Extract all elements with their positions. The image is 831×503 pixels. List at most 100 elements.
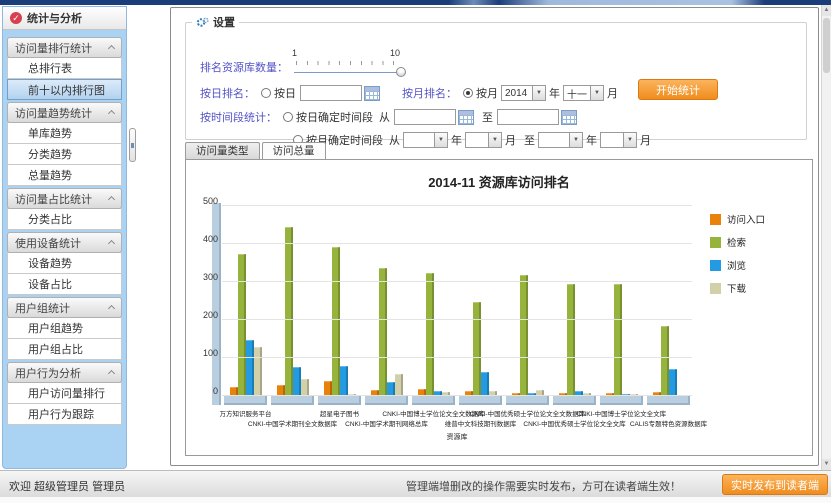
bar-group <box>363 206 410 396</box>
bar <box>238 254 246 396</box>
bar-group <box>410 206 457 396</box>
legend-item: 下载 <box>710 281 765 295</box>
monthly-radio-label: 按月 <box>476 85 498 101</box>
main-panel: 设置 排名资源库数量： 1 10 按日排名： 按日 按月排名： 按月 201 <box>170 7 819 466</box>
bar <box>520 275 528 396</box>
calendar-icon[interactable] <box>458 110 474 125</box>
scroll-down-icon[interactable]: ▼ <box>822 459 831 470</box>
settings-legend: 设置 <box>192 14 239 30</box>
publish-notice-text: 管理端增删改的操作需要实时发布，方可在读者端生效！ <box>406 478 681 494</box>
daily-rank-radio[interactable] <box>261 88 271 98</box>
sidebar-item[interactable]: 用户行为跟踪 <box>7 404 122 425</box>
start-statistics-button[interactable]: 开始统计 <box>638 79 718 100</box>
bar-group <box>457 206 504 396</box>
chevron-down-icon: ▼ <box>434 133 447 147</box>
slider-handle[interactable] <box>396 67 406 77</box>
bar <box>395 374 403 396</box>
daily-date-input[interactable] <box>300 85 362 101</box>
calendar-icon[interactable] <box>364 86 380 101</box>
sidebar-item[interactable]: 用户组趋势 <box>7 318 122 339</box>
period-to-input[interactable] <box>497 109 559 125</box>
publish-button[interactable]: 实时发布到读者端 <box>722 474 828 495</box>
period-label: 按时间段统计： <box>200 109 277 125</box>
tab-inactive[interactable]: 访问总量 <box>262 142 326 160</box>
sidebar-section-label: 访问量占比统计 <box>15 191 92 207</box>
sidebar-item[interactable]: 前十以内排行图 <box>7 79 122 100</box>
y-tick-label: 0 <box>192 386 218 396</box>
sidebar-item-label: 用户访问量排行 <box>28 385 105 401</box>
sidebar-item[interactable]: 单库趋势 <box>7 123 122 144</box>
legend-item: 检索 <box>710 235 765 249</box>
bar-group <box>598 206 645 396</box>
month-suffix: 月 <box>640 132 651 148</box>
rank-count-slider[interactable]: 1 10 <box>294 52 402 82</box>
sidebar-section-header[interactable]: 用户行为分析 <box>7 362 122 383</box>
bar-group <box>551 206 598 396</box>
sidebar-item[interactable]: 用户组占比 <box>7 339 122 360</box>
slider-track[interactable] <box>294 72 402 73</box>
year-select[interactable]: 2014 ▼ <box>501 85 546 101</box>
from-year-select[interactable]: ▼ <box>403 132 448 148</box>
axis-platform <box>271 396 314 405</box>
sidebar-collapse-handle[interactable] <box>129 128 136 162</box>
sidebar-section-header[interactable]: 访问量趋势统计 <box>7 102 122 123</box>
sidebar-item[interactable]: 用户访问量排行 <box>7 383 122 404</box>
window-top-strip <box>0 0 831 5</box>
vertical-scrollbar[interactable]: ▲ ▼ <box>821 5 831 470</box>
to-month-select[interactable]: ▼ <box>600 132 637 148</box>
bar-group <box>316 206 363 396</box>
scroll-up-icon[interactable]: ▲ <box>822 5 831 16</box>
period-from-input[interactable] <box>394 109 456 125</box>
sidebar-item[interactable]: 分类占比 <box>7 209 122 230</box>
month-select[interactable]: 十一 ▼ <box>563 85 604 101</box>
bar <box>669 369 677 396</box>
daily-radio-label: 按日 <box>274 85 296 101</box>
from-month-select[interactable]: ▼ <box>465 132 502 148</box>
from-label: 从 <box>389 132 400 148</box>
x-axis-labels: 万方知识服务平台CNKI-中国学术期刊全文数据库超星电子图书CNKI-中国学术期… <box>222 408 692 434</box>
legend-swatch <box>710 283 721 294</box>
sidebar-item[interactable]: 分类趋势 <box>7 144 122 165</box>
daily-period-radio[interactable] <box>283 112 293 122</box>
slider-min-label: 1 <box>292 48 297 58</box>
chevron-up-icon <box>108 196 115 203</box>
sidebar-section-label: 用户行为分析 <box>15 365 81 381</box>
axis-platform <box>224 396 267 405</box>
chart-tabs: 访问量类型访问总量 <box>185 142 326 160</box>
sidebar-item[interactable]: 设备占比 <box>7 274 122 295</box>
chart-plot: 0100200300400500 <box>222 206 692 396</box>
to-year-select[interactable]: ▼ <box>538 132 583 148</box>
sidebar-section-header[interactable]: 用户组统计 <box>7 297 122 318</box>
legend-item: 浏览 <box>710 258 765 272</box>
bar <box>473 302 481 396</box>
bar-group <box>269 206 316 396</box>
bottom-strip <box>0 497 831 503</box>
sidebar-item[interactable]: 设备趋势 <box>7 253 122 274</box>
sidebar-item[interactable]: 总排行表 <box>7 58 122 79</box>
legend-label: 访问入口 <box>727 212 765 226</box>
scrollbar-thumb[interactable] <box>823 18 830 73</box>
sidebar-section-label: 使用设备统计 <box>15 235 81 251</box>
calendar-icon[interactable] <box>561 110 577 125</box>
tab-active[interactable]: 访问量类型 <box>185 142 260 160</box>
bar-group <box>504 206 551 396</box>
bar <box>324 381 332 396</box>
bar <box>254 347 262 396</box>
axis-platform <box>459 396 502 405</box>
rank-count-label: 排名资源库数量： <box>200 59 288 75</box>
monthly-rank-label: 按月排名： <box>402 85 457 101</box>
monthly-rank-radio[interactable] <box>463 88 473 98</box>
sidebar-section-header[interactable]: 访问量排行统计 <box>7 37 122 58</box>
sidebar-title: ✓ 统计与分析 <box>3 7 126 30</box>
bar <box>614 284 622 396</box>
gear-icon <box>196 17 209 28</box>
sidebar-item[interactable]: 总量趋势 <box>7 165 122 186</box>
sidebar-section-header[interactable]: 使用设备统计 <box>7 232 122 253</box>
axis-platform <box>365 396 408 405</box>
sidebar-section-header[interactable]: 访问量占比统计 <box>7 188 122 209</box>
axis-platform <box>553 396 596 405</box>
sidebar-item-label: 前十以内排行图 <box>28 82 105 98</box>
chart-legend: 访问入口检索浏览下载 <box>710 212 765 304</box>
sidebar-item-label: 设备占比 <box>28 276 72 292</box>
gridline <box>222 319 692 320</box>
